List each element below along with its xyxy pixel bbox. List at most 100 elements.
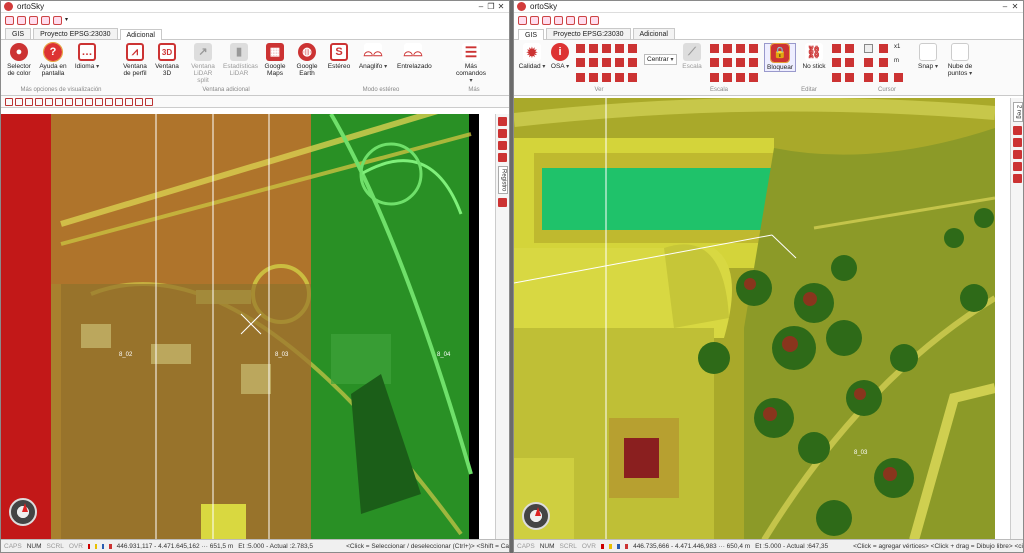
open-icon[interactable] bbox=[530, 15, 539, 25]
arrow-icon[interactable] bbox=[1013, 137, 1022, 147]
cursor-icon[interactable] bbox=[894, 72, 903, 82]
screen-help-button[interactable]: ? Ayuda en pantalla bbox=[37, 42, 69, 77]
new-icon[interactable] bbox=[5, 15, 14, 25]
minimize-icon[interactable]: ‒ bbox=[1000, 2, 1010, 11]
save-icon[interactable] bbox=[542, 15, 551, 25]
customize-icon[interactable]: ▾ bbox=[65, 16, 74, 25]
tab-gis[interactable]: GIS bbox=[518, 29, 545, 40]
tab-gis[interactable]: GIS bbox=[5, 28, 32, 39]
tool-icon[interactable] bbox=[749, 72, 758, 82]
undo-icon[interactable] bbox=[566, 15, 575, 25]
zoom-in-icon[interactable] bbox=[576, 44, 585, 53]
tool-icon[interactable] bbox=[615, 58, 624, 68]
tab-adicional[interactable]: Adicional bbox=[119, 29, 162, 40]
map-viewport[interactable]: 8_03 bbox=[514, 98, 995, 540]
tool-icon[interactable] bbox=[710, 58, 719, 68]
draw-tool-icon[interactable] bbox=[15, 97, 23, 106]
profile-window-button[interactable]: ⩘ Ventana de perfil bbox=[119, 43, 151, 77]
tool-icon[interactable] bbox=[589, 72, 598, 82]
tool-icon[interactable] bbox=[736, 72, 745, 82]
tool-icon[interactable] bbox=[710, 72, 719, 82]
vertex-tool-icon[interactable] bbox=[115, 97, 123, 106]
tool-icon[interactable] bbox=[723, 58, 732, 68]
cursor-icon[interactable] bbox=[879, 72, 888, 82]
merge-tool-icon[interactable] bbox=[95, 97, 103, 106]
tool-icon[interactable] bbox=[602, 58, 611, 68]
settings-icon[interactable] bbox=[1013, 173, 1022, 183]
copy-icon[interactable] bbox=[590, 15, 599, 25]
extent-icon[interactable] bbox=[628, 44, 637, 53]
pan-icon[interactable] bbox=[602, 44, 611, 53]
tool-icon[interactable] bbox=[589, 58, 598, 68]
grid-icon[interactable] bbox=[1013, 149, 1022, 159]
layers-icon[interactable] bbox=[1013, 125, 1022, 135]
pencil-tool-icon[interactable] bbox=[145, 97, 153, 106]
compass-icon[interactable] bbox=[522, 502, 550, 530]
tool-icon[interactable] bbox=[723, 72, 732, 82]
compass-icon[interactable] bbox=[9, 498, 37, 526]
cursor-icon[interactable] bbox=[879, 44, 888, 53]
color-selector-button[interactable]: ● Selector de color bbox=[3, 43, 35, 77]
scissors-tool-icon[interactable] bbox=[75, 97, 83, 106]
no-stick-button[interactable]: ⛓ No stick bbox=[798, 43, 830, 70]
save-icon[interactable] bbox=[29, 15, 38, 25]
cursor-icon[interactable] bbox=[864, 58, 873, 68]
scale-button[interactable]: ⟋ Escala bbox=[676, 43, 708, 70]
tab-proyecto[interactable]: Proyecto EPSG:23030 bbox=[33, 28, 118, 39]
select-tool-icon[interactable] bbox=[5, 97, 13, 106]
open-icon[interactable] bbox=[17, 15, 26, 25]
measure-icon[interactable] bbox=[576, 58, 585, 68]
side-tab-registro[interactable]: Registro bbox=[497, 166, 508, 195]
tool-icon[interactable] bbox=[832, 72, 841, 82]
minimize-icon[interactable]: ‒ bbox=[476, 2, 486, 11]
refresh-icon[interactable] bbox=[615, 44, 624, 53]
print-icon[interactable] bbox=[554, 15, 563, 25]
tool-icon[interactable] bbox=[628, 58, 637, 68]
table-icon[interactable] bbox=[498, 153, 507, 162]
tool-icon[interactable] bbox=[736, 58, 745, 68]
tool-icon[interactable] bbox=[602, 72, 611, 82]
tool-icon[interactable] bbox=[710, 44, 719, 53]
ruler-tool-icon[interactable] bbox=[45, 97, 53, 106]
side-tab-registro[interactable]: 2 reg bbox=[1012, 102, 1023, 122]
cut-tool-icon[interactable] bbox=[65, 97, 73, 106]
grid-icon[interactable] bbox=[498, 141, 507, 150]
table-icon[interactable] bbox=[1013, 161, 1022, 171]
lidar-statistics-button[interactable]: ▮ Estadísticas LiDAR bbox=[223, 43, 258, 77]
cursor-icon[interactable] bbox=[864, 72, 873, 82]
osa-button[interactable]: i OSA ▾ bbox=[544, 43, 576, 71]
tool-icon[interactable] bbox=[832, 58, 841, 68]
move-tool-icon[interactable] bbox=[125, 97, 133, 106]
erase-tool-icon[interactable] bbox=[85, 97, 93, 106]
close-icon[interactable]: ✕ bbox=[1010, 2, 1020, 11]
stereo-button[interactable]: S Estéreo bbox=[323, 43, 355, 70]
line-tool-icon[interactable] bbox=[25, 97, 33, 106]
lidar-split-button[interactable]: ↗ Ventana LiDAR split bbox=[187, 43, 219, 84]
cursor-icon[interactable] bbox=[879, 58, 888, 68]
tool-icon[interactable] bbox=[749, 58, 758, 68]
arrow-icon[interactable] bbox=[498, 129, 507, 138]
new-icon[interactable] bbox=[518, 15, 527, 25]
tool-icon[interactable] bbox=[832, 44, 841, 53]
tool-icon[interactable] bbox=[736, 44, 745, 53]
polyline-tool-icon[interactable] bbox=[35, 97, 43, 106]
google-maps-button[interactable]: ▦ Google Maps bbox=[259, 43, 291, 77]
close-icon[interactable]: ✕ bbox=[496, 2, 506, 11]
anaglyph-button[interactable]: ⌓⌓ Anaglifo ▾ bbox=[357, 43, 389, 71]
tab-adicional[interactable]: Adicional bbox=[632, 28, 675, 39]
interlaced-button[interactable]: ⌓⌓ Entrelazado bbox=[397, 43, 432, 70]
layers-icon[interactable] bbox=[498, 117, 507, 126]
zoom-out-icon[interactable] bbox=[589, 44, 598, 53]
snap-button[interactable]: Snap ▾ bbox=[912, 43, 944, 71]
cursor-icon[interactable] bbox=[864, 44, 873, 53]
restore-icon[interactable]: ❐ bbox=[486, 2, 496, 11]
language-button[interactable]: … Idioma ▾ bbox=[71, 43, 103, 71]
text-tool-icon[interactable] bbox=[55, 97, 63, 106]
redo-icon[interactable] bbox=[53, 15, 62, 25]
tool-icon[interactable] bbox=[576, 72, 585, 82]
undo-icon[interactable] bbox=[41, 15, 50, 25]
redo-icon[interactable] bbox=[578, 15, 587, 25]
center-dropdown[interactable]: Centrar ▾ bbox=[644, 54, 677, 65]
tool-icon[interactable] bbox=[628, 72, 637, 82]
tool-icon[interactable] bbox=[845, 44, 854, 53]
